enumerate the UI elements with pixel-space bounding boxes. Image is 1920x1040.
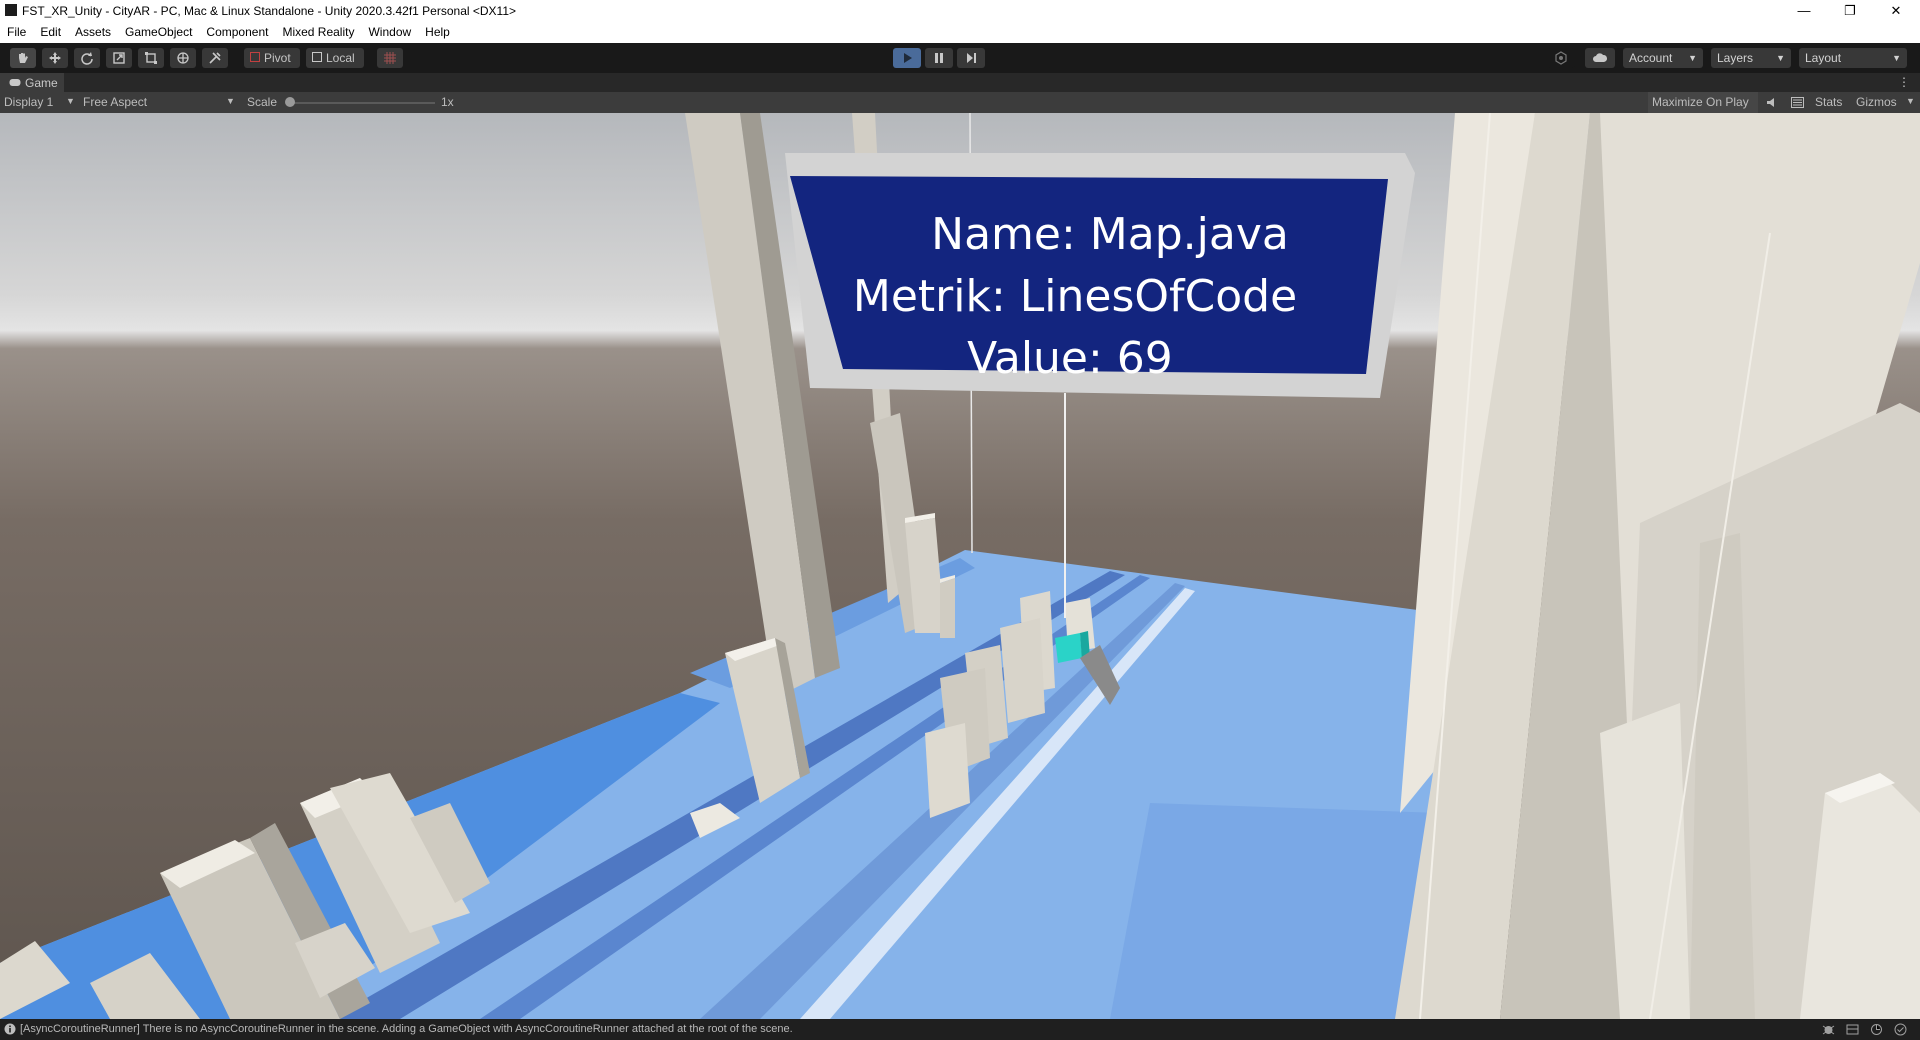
highlighted-class-block bbox=[1055, 633, 1082, 663]
menu-edit[interactable]: Edit bbox=[33, 22, 68, 43]
chevron-down-icon: ▼ bbox=[1688, 53, 1697, 63]
layout-label: Layout bbox=[1805, 51, 1842, 65]
main-toolbar: Pivot Local Account ▼ Layers ▼ Layout ▼ bbox=[0, 43, 1920, 73]
game-tab-bar: Game ⋮ bbox=[0, 73, 1920, 92]
window-title: FST_XR_Unity - CityAR - PC, Mac & Linux … bbox=[22, 4, 517, 18]
tab-game[interactable]: Game bbox=[0, 73, 64, 92]
scale-slider-thumb[interactable] bbox=[285, 97, 295, 107]
maximize-on-play-toggle[interactable]: Maximize On Play bbox=[1648, 92, 1758, 113]
stats-toggle[interactable]: Stats bbox=[1815, 95, 1842, 109]
info-panel-value: Value: 69 bbox=[967, 333, 1173, 384]
info-panel-name: Name: Map.java bbox=[931, 209, 1289, 260]
menu-assets[interactable]: Assets bbox=[68, 22, 118, 43]
display-label: Display 1 bbox=[4, 95, 54, 109]
menu-bar: File Edit Assets GameObject Component Mixed R… bbox=[0, 22, 1920, 43]
cache-server-icon[interactable] bbox=[1846, 1023, 1859, 1036]
title-bar: FST_XR_Unity - CityAR - PC, Mac & Linux … bbox=[0, 0, 1920, 22]
transform-tool-icon[interactable] bbox=[170, 48, 196, 68]
scale-slider-track[interactable] bbox=[289, 102, 435, 104]
play-button[interactable] bbox=[893, 48, 921, 68]
collab-icon[interactable] bbox=[1547, 48, 1575, 68]
pivot-icon bbox=[250, 52, 260, 62]
layers-label: Layers bbox=[1717, 51, 1754, 65]
chevron-down-icon: ▼ bbox=[1892, 53, 1901, 63]
aspect-dropdown[interactable]: Free Aspect ▼ bbox=[83, 95, 235, 109]
scale-value: 1x bbox=[441, 95, 454, 109]
pause-button[interactable] bbox=[925, 48, 953, 68]
menu-window[interactable]: Window bbox=[361, 22, 418, 43]
display-dropdown[interactable]: Display 1 ▼ bbox=[4, 95, 78, 109]
rotate-tool-icon[interactable] bbox=[74, 48, 100, 68]
mute-audio-icon[interactable] bbox=[1766, 97, 1778, 108]
aspect-label: Free Aspect bbox=[83, 95, 148, 109]
move-tool-icon[interactable] bbox=[42, 48, 68, 68]
shortcuts-icon[interactable] bbox=[1791, 97, 1804, 108]
custom-tool-icon[interactable] bbox=[202, 48, 228, 68]
cloud-icon[interactable] bbox=[1585, 48, 1615, 68]
info-panel-metric: Metrik: LinesOfCode bbox=[853, 271, 1297, 322]
tab-game-label: Game bbox=[25, 76, 58, 90]
tab-menu-icon[interactable]: ⋮ bbox=[1898, 75, 1910, 89]
right-buildings bbox=[1395, 113, 1920, 1019]
progress-icon[interactable] bbox=[1870, 1023, 1883, 1036]
hand-tool-icon[interactable] bbox=[10, 48, 36, 68]
chevron-down-icon: ▼ bbox=[66, 96, 75, 106]
local-label: Local bbox=[326, 51, 355, 65]
local-icon bbox=[312, 52, 322, 62]
info-panel: Name: Map.java Metrik: LinesOfCode Value… bbox=[785, 153, 1415, 398]
rect-tool-icon[interactable] bbox=[138, 48, 164, 68]
maximize-on-play-label: Maximize On Play bbox=[1652, 95, 1749, 109]
local-toggle[interactable]: Local bbox=[306, 48, 364, 68]
scale-label: Scale bbox=[247, 95, 278, 109]
gizmos-dropdown[interactable]: Gizmos bbox=[1856, 95, 1897, 109]
menu-file[interactable]: File bbox=[0, 22, 33, 43]
scene-render: Name: Map.java Metrik: LinesOfCode Value… bbox=[0, 113, 1920, 1019]
pivot-toggle[interactable]: Pivot bbox=[244, 48, 300, 68]
game-viewport[interactable]: Name: Map.java Metrik: LinesOfCode Value… bbox=[0, 113, 1920, 1019]
chevron-down-icon: ▼ bbox=[1776, 53, 1785, 63]
check-icon[interactable] bbox=[1894, 1023, 1907, 1036]
menu-help[interactable]: Help bbox=[418, 22, 457, 43]
menu-gameobject[interactable]: GameObject bbox=[118, 22, 199, 43]
step-button[interactable] bbox=[957, 48, 985, 68]
minimize-button[interactable]: — bbox=[1781, 0, 1827, 22]
debug-icon[interactable] bbox=[1822, 1023, 1835, 1036]
restore-button[interactable]: ❐ bbox=[1827, 0, 1873, 22]
close-button[interactable]: ✕ bbox=[1873, 0, 1919, 22]
grid-snap-icon[interactable] bbox=[377, 48, 403, 68]
gamepad-icon bbox=[9, 79, 21, 86]
layout-dropdown[interactable]: Layout ▼ bbox=[1799, 48, 1907, 68]
layers-dropdown[interactable]: Layers ▼ bbox=[1711, 48, 1791, 68]
menu-component[interactable]: Component bbox=[199, 22, 275, 43]
chevron-down-icon: ▼ bbox=[226, 96, 235, 106]
status-bar: [AsyncCoroutineRunner] There is no Async… bbox=[0, 1019, 1920, 1040]
scale-tool-icon[interactable] bbox=[106, 48, 132, 68]
game-view-bar: Display 1 ▼ Free Aspect ▼ Scale 1x Maxim… bbox=[0, 92, 1920, 113]
chevron-down-icon[interactable]: ▼ bbox=[1906, 96, 1915, 106]
account-dropdown[interactable]: Account ▼ bbox=[1623, 48, 1703, 68]
account-label: Account bbox=[1629, 51, 1673, 65]
info-icon bbox=[4, 1023, 16, 1035]
menu-mixed-reality[interactable]: Mixed Reality bbox=[275, 22, 361, 43]
pivot-label: Pivot bbox=[264, 51, 291, 65]
status-message[interactable]: [AsyncCoroutineRunner] There is no Async… bbox=[20, 1023, 793, 1035]
unity-app-icon bbox=[5, 4, 17, 16]
